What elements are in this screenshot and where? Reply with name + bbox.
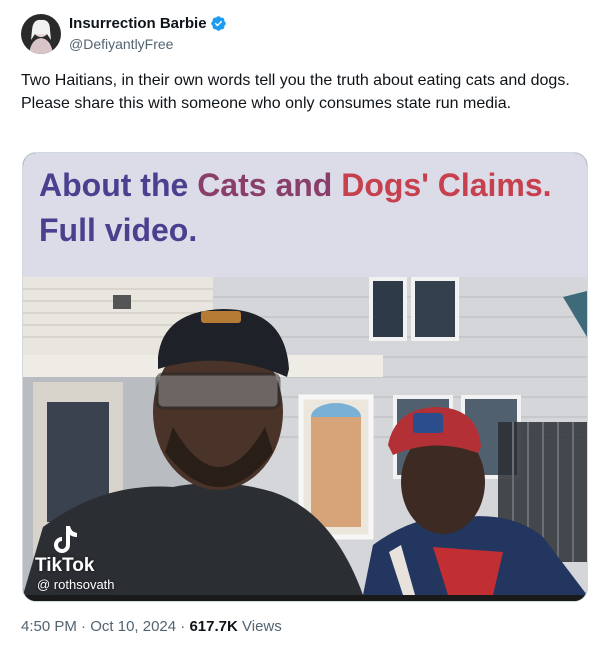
- caption-part: Dogs' Claims.: [341, 167, 552, 203]
- tweet-time[interactable]: 4:50 PM: [21, 618, 77, 635]
- views-count[interactable]: 617.7K: [189, 618, 237, 635]
- tweet-meta: 4:50 PM · Oct 10, 2024 · 617.7K Views: [21, 617, 282, 637]
- caption-part: Full video.: [39, 212, 198, 248]
- verified-badge-icon: [210, 15, 227, 32]
- meta-separator: ·: [180, 618, 186, 635]
- tweet-date[interactable]: Oct 10, 2024: [90, 618, 176, 635]
- avatar[interactable]: [21, 14, 61, 54]
- tiktok-brand: TikTok: [35, 555, 95, 576]
- caption-part: About the: [39, 167, 198, 203]
- tweet: Insurrection Barbie @DefiyantlyFree Two …: [0, 0, 606, 648]
- tweet-text: Two Haitians, in their own words tell yo…: [21, 72, 570, 112]
- video-caption: About the Cats and Dogs' Claims. Full vi…: [39, 163, 552, 253]
- views-label: Views: [237, 618, 282, 635]
- tiktok-username: @ rothsovath: [37, 577, 115, 592]
- video-progress-bar[interactable]: [23, 595, 587, 601]
- user-handle[interactable]: @DefiyantlyFree: [69, 35, 227, 53]
- author-block: Insurrection Barbie @DefiyantlyFree: [69, 14, 227, 53]
- tiktok-watermark: TikTok @ rothsovath: [35, 523, 115, 593]
- video-caption-banner: About the Cats and Dogs' Claims. Full vi…: [23, 153, 587, 277]
- meta-separator: ·: [81, 618, 87, 635]
- name-row: Insurrection Barbie: [69, 14, 227, 33]
- caption-part: Cats and: [197, 167, 342, 203]
- display-name[interactable]: Insurrection Barbie: [69, 14, 207, 33]
- tiktok-logo-icon: [54, 526, 77, 553]
- video-media[interactable]: About the Cats and Dogs' Claims. Full vi…: [22, 152, 588, 602]
